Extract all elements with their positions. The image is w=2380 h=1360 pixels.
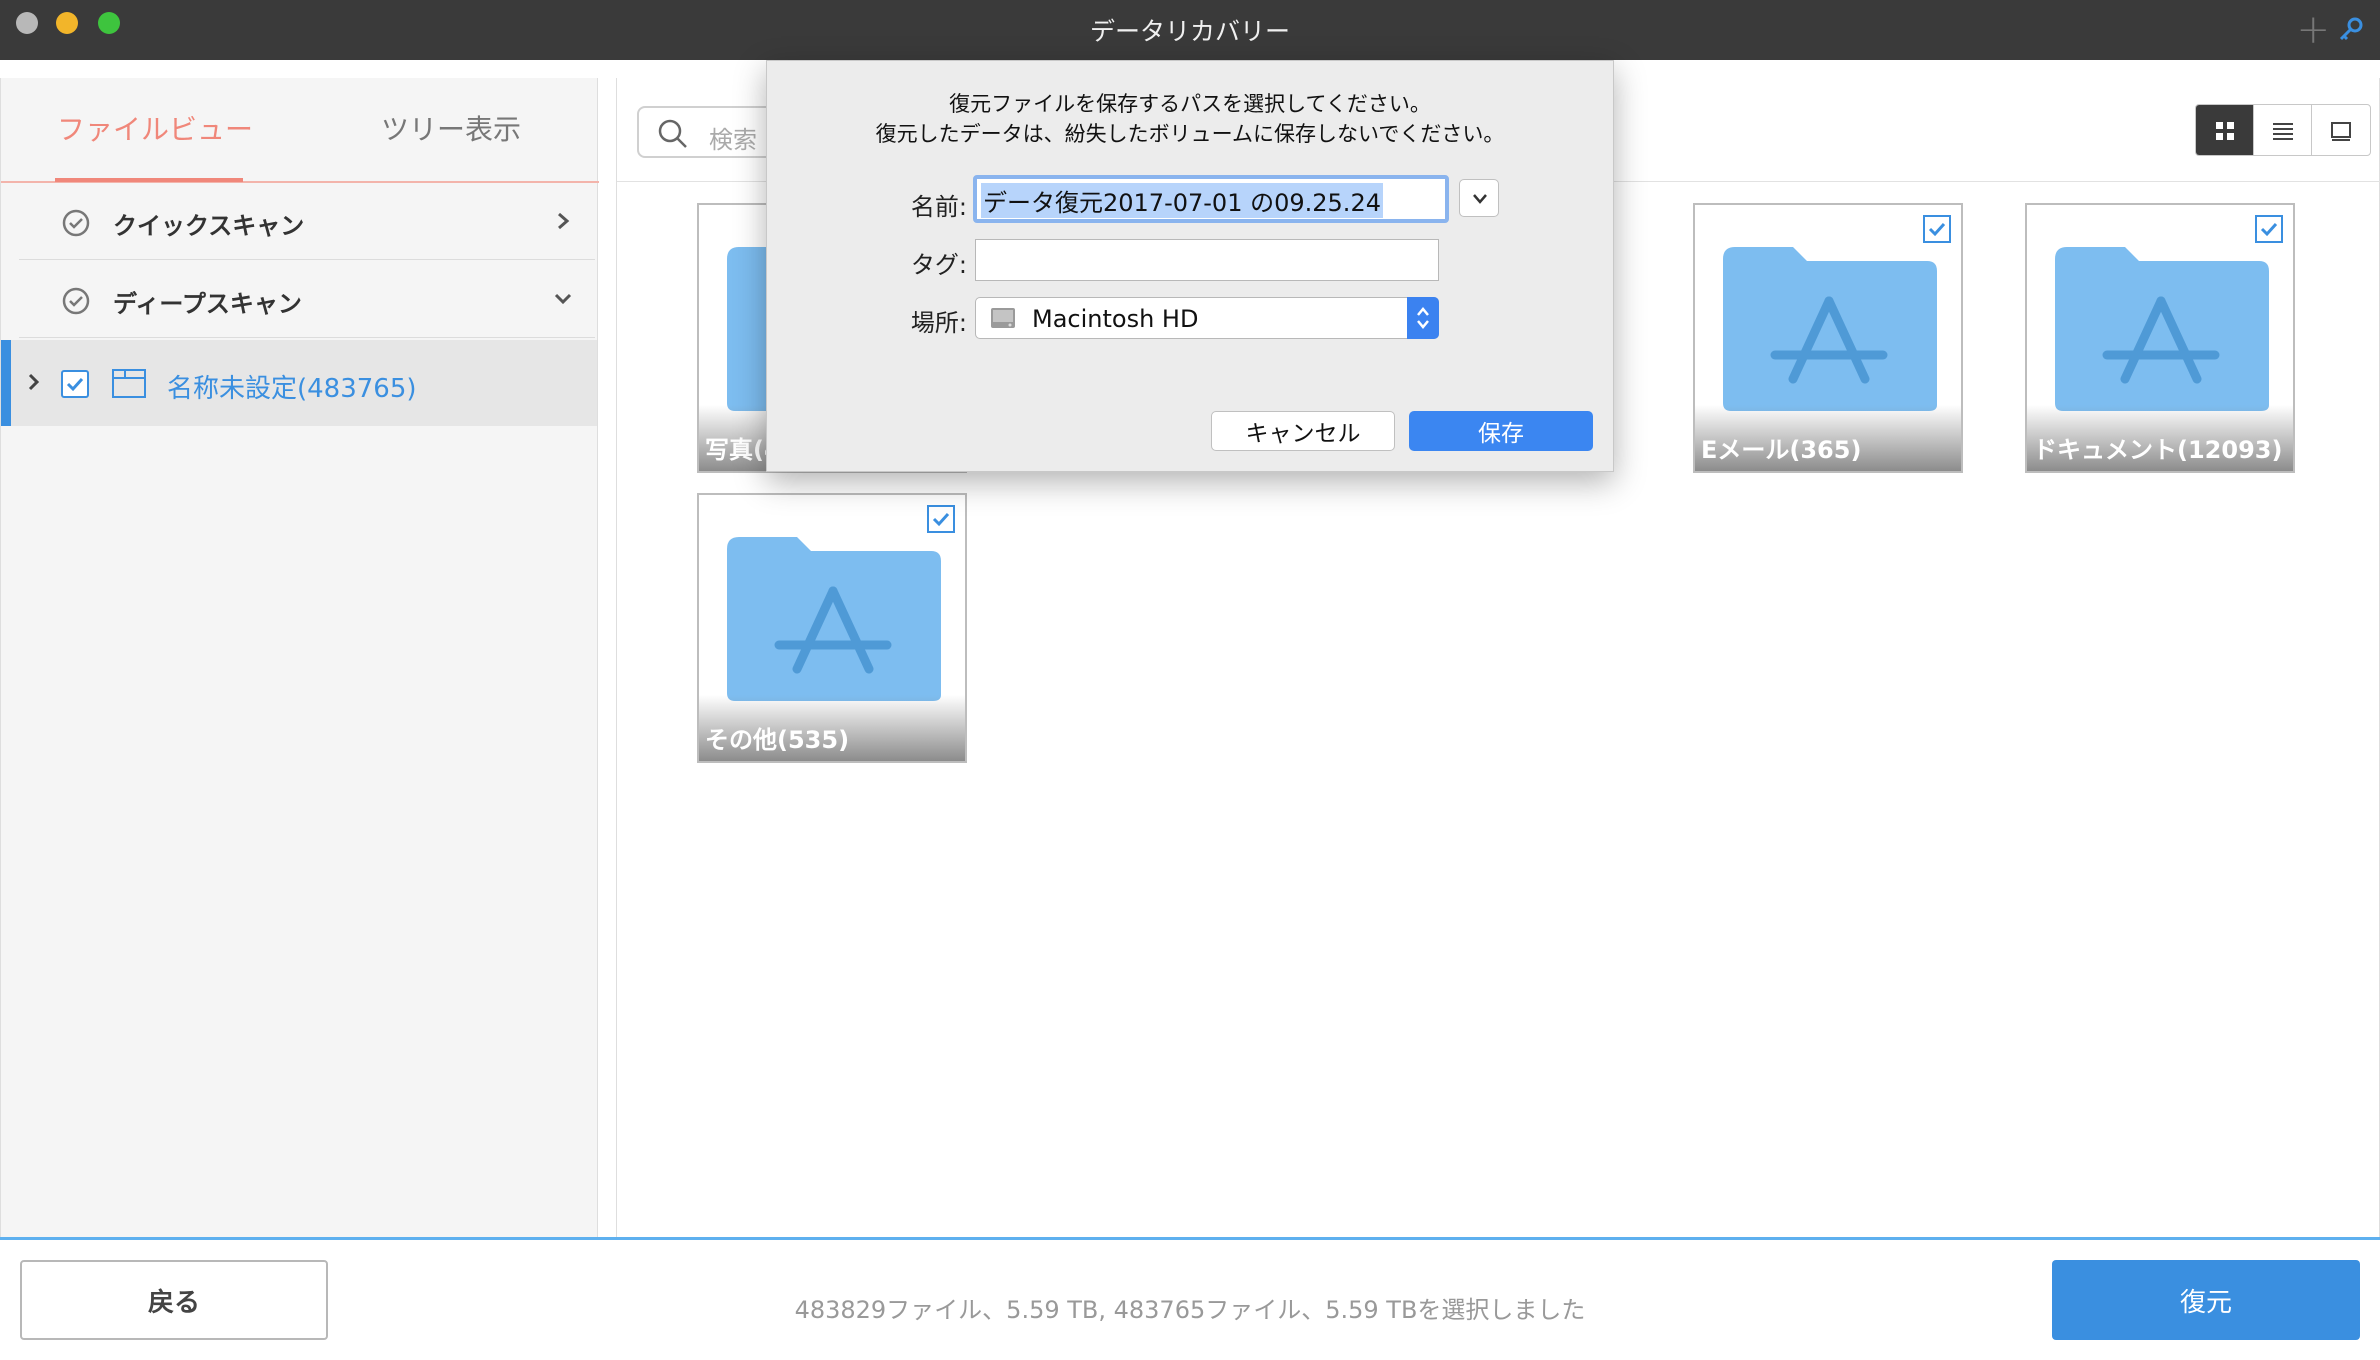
chevron-updown-icon xyxy=(1417,307,1429,329)
tag-field[interactable] xyxy=(975,239,1439,281)
dialog-message-line-2: 復元したデータは、紛失したボリュームに保存しないでください。 xyxy=(875,122,1505,146)
location-stepper[interactable] xyxy=(1407,297,1439,339)
list-view-button[interactable] xyxy=(2254,105,2312,155)
dialog-message: 復元ファイルを保存するパスを選択してください。 復元したデータは、紛失したボリュ… xyxy=(767,89,1613,149)
expand-dialog-button[interactable] xyxy=(1459,179,1499,217)
tile-checkbox[interactable] xyxy=(927,505,955,533)
view-mode-switcher xyxy=(2195,104,2371,156)
location-select[interactable]: Macintosh HD xyxy=(975,297,1439,339)
selection-accent xyxy=(1,340,11,426)
name-field[interactable]: データ復元2017-07-01 の09.25.24 xyxy=(973,175,1449,223)
folder-icon xyxy=(112,369,146,398)
tile-caption: その他(535) xyxy=(705,726,850,754)
check-circle-icon xyxy=(62,287,90,315)
key-icon[interactable] xyxy=(2336,14,2366,44)
sidebar-item-deep-scan[interactable]: ディープスキャン xyxy=(19,260,595,338)
preview-view-icon xyxy=(2331,122,2351,141)
folder-icon xyxy=(727,537,941,701)
disk-icon xyxy=(991,308,1015,328)
save-dialog: 復元ファイルを保存するパスを選択してください。 復元したデータは、紛失したボリュ… xyxy=(766,60,1614,472)
category-tile-documents[interactable]: ドキュメント(12093) xyxy=(2025,203,2295,473)
list-view-icon xyxy=(2273,123,2293,140)
volume-label: 名称未設定(483765) xyxy=(167,374,417,404)
name-value: データ復元2017-07-01 の09.25.24 xyxy=(981,183,1383,218)
sidebar-item-quick-scan[interactable]: クイックスキャン xyxy=(19,182,595,260)
tile-caption: ドキュメント(12093) xyxy=(2033,436,2283,464)
search-icon xyxy=(658,119,687,148)
volume-checkbox[interactable] xyxy=(61,370,89,398)
tag-label: タグ: xyxy=(910,251,967,279)
tile-caption: Eメール(365) xyxy=(1701,436,1862,464)
sidebar-item-volume[interactable]: 名称未設定(483765) xyxy=(1,340,597,426)
quick-scan-label: クイックスキャン xyxy=(113,212,305,240)
grid-view-button[interactable] xyxy=(2196,105,2254,155)
chevron-down-icon[interactable] xyxy=(553,284,573,314)
selection-status: 483829ファイル、5.59 TB, 483765ファイル、5.59 TBを選… xyxy=(794,1296,1586,1324)
search-placeholder: 検索 xyxy=(709,126,757,154)
tab-file-view[interactable]: ファイルビュー xyxy=(57,108,253,148)
folder-icon xyxy=(1723,247,1937,411)
bottom-bar: 戻る 483829ファイル、5.59 TB, 483765ファイル、5.59 T… xyxy=(0,1237,2380,1360)
plus-icon[interactable]: + xyxy=(2296,10,2330,50)
folder-icon xyxy=(2055,247,2269,411)
sidebar-tabs: ファイルビュー ツリー表示 xyxy=(1,78,599,183)
cancel-button[interactable]: キャンセル xyxy=(1211,411,1395,451)
tab-tree-view[interactable]: ツリー表示 xyxy=(381,108,521,148)
title-bar: データリカバリー + xyxy=(0,0,2380,60)
dialog-message-line-1: 復元ファイルを保存するパスを選択してください。 xyxy=(949,92,1431,116)
category-tile-other[interactable]: その他(535) xyxy=(697,493,967,763)
chevron-right-icon[interactable] xyxy=(553,206,573,236)
grid-view-icon xyxy=(2216,122,2234,140)
tile-checkbox[interactable] xyxy=(2255,215,2283,243)
deep-scan-label: ディープスキャン xyxy=(113,290,302,318)
chevron-right-icon[interactable] xyxy=(27,370,41,394)
category-tile-email[interactable]: Eメール(365) xyxy=(1693,203,1963,473)
restore-button[interactable]: 復元 xyxy=(2052,1260,2360,1340)
sidebar: ファイルビュー ツリー表示 クイックスキャン ディープスキャン 名称未設定(48… xyxy=(0,78,599,1238)
location-value: Macintosh HD xyxy=(1032,305,1199,333)
tile-checkbox[interactable] xyxy=(1923,215,1951,243)
check-circle-icon xyxy=(62,209,90,237)
window-title: データリカバリー xyxy=(1089,17,1290,46)
name-label: 名前: xyxy=(910,193,967,221)
preview-view-button[interactable] xyxy=(2312,105,2370,155)
save-button[interactable]: 保存 xyxy=(1409,411,1593,451)
location-label: 場所: xyxy=(910,309,967,337)
chevron-down-icon xyxy=(1473,194,1487,204)
